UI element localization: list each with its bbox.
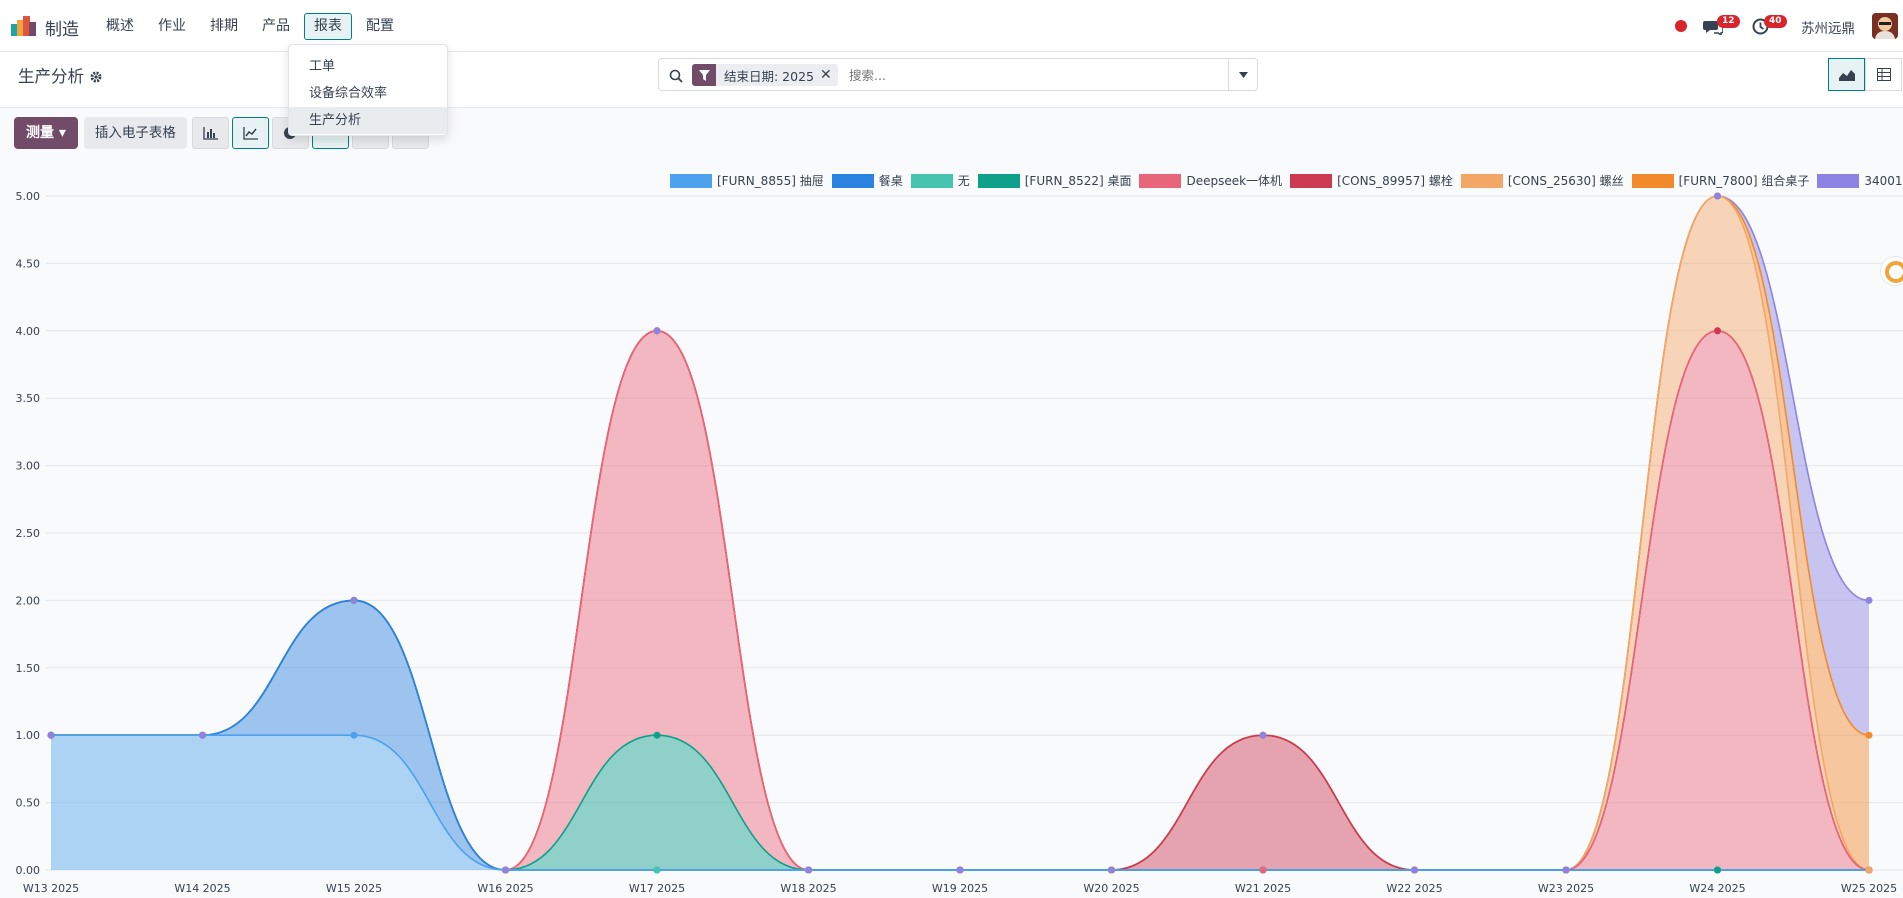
y-tick-label: 5.00 (16, 190, 41, 203)
graph-view-button[interactable] (1828, 58, 1865, 91)
data-point (805, 866, 812, 874)
y-tick-label: 3.00 (16, 460, 41, 473)
data-point (1108, 866, 1115, 874)
measures-label: 测量 (26, 125, 54, 141)
app-name[interactable]: 制造 (45, 15, 79, 40)
data-point (653, 731, 661, 739)
line-chart-button[interactable] (231, 117, 269, 149)
top-navbar: 制造 概述 作业 排期 产品 报表 配置 12 40 苏州远鼎 (0, 0, 1903, 52)
x-tick-label: W17 2025 (629, 882, 685, 895)
filter-icon (692, 64, 716, 86)
data-point (1714, 866, 1721, 874)
menu-operations[interactable]: 作业 (148, 13, 196, 40)
pivot-view-button[interactable] (1865, 58, 1902, 91)
y-tick-label: 4.00 (16, 325, 41, 338)
data-point (1714, 327, 1721, 335)
data-point (1865, 731, 1873, 739)
y-tick-label: 1.50 (16, 662, 41, 675)
activity-badge: 40 (1764, 15, 1787, 28)
y-tick-label: 2.50 (16, 527, 41, 540)
data-point (1562, 866, 1570, 874)
filter-facet-label: 结束日期: 2025 (724, 68, 814, 84)
data-point (1259, 866, 1267, 874)
remove-facet-icon[interactable]: ✕ (820, 67, 838, 83)
y-tick-label: 4.50 (16, 257, 41, 270)
menu-products[interactable]: 产品 (252, 13, 300, 40)
measures-button[interactable]: 测量 ▾ (14, 117, 78, 149)
data-point (502, 866, 509, 874)
x-tick-label: W22 2025 (1386, 882, 1442, 895)
report-menu-work-orders[interactable]: 工单 (289, 53, 447, 80)
x-tick-label: W25 2025 (1841, 882, 1897, 895)
data-point (956, 866, 964, 874)
search-icon[interactable] (669, 68, 683, 87)
x-tick-label: W15 2025 (326, 882, 382, 895)
x-tick-label: W21 2025 (1235, 882, 1291, 895)
x-tick-label: W14 2025 (174, 882, 230, 895)
data-point (199, 731, 206, 739)
x-tick-label: W13 2025 (23, 882, 79, 895)
search-options-toggle[interactable] (1228, 59, 1257, 90)
report-menu-oee[interactable]: 设备综合效率 (289, 80, 447, 107)
menu-planning[interactable]: 排期 (200, 13, 248, 40)
y-tick-label: 3.50 (16, 392, 41, 405)
y-tick-label: 0.50 (16, 797, 41, 810)
data-point (350, 731, 358, 739)
x-tick-label: W18 2025 (780, 882, 836, 895)
menu-overview[interactable]: 概述 (96, 13, 144, 40)
menu-configuration[interactable]: 配置 (356, 13, 404, 40)
x-tick-label: W16 2025 (477, 882, 533, 895)
data-point (1714, 192, 1721, 200)
data-point (653, 866, 661, 874)
x-tick-label: W23 2025 (1538, 882, 1594, 895)
view-switcher (1828, 58, 1902, 91)
data-point (653, 327, 661, 335)
user-avatar[interactable] (1872, 13, 1898, 39)
data-point (1411, 866, 1418, 874)
menu-reporting[interactable]: 报表 (304, 13, 352, 40)
filter-facet: 结束日期: 2025 ✕ (692, 64, 838, 86)
data-point (1259, 731, 1267, 739)
x-tick-label: W20 2025 (1083, 882, 1139, 895)
assistant-bubble-icon[interactable] (1880, 256, 1903, 286)
report-menu-production-analysis[interactable]: 生产分析 (289, 107, 447, 134)
status-indicator[interactable] (1675, 20, 1687, 32)
main-menu: 概述 作业 排期 产品 报表 配置 (96, 13, 408, 40)
y-tick-label: 2.00 (16, 594, 41, 607)
company-switcher[interactable]: 苏州远鼎 (1801, 17, 1855, 37)
search-input[interactable] (847, 65, 1187, 85)
x-tick-label: W19 2025 (932, 882, 988, 895)
data-point (47, 731, 55, 739)
bar-chart-button[interactable] (191, 117, 229, 149)
reporting-dropdown: 工单 设备综合效率 生产分析 (288, 44, 448, 136)
data-point (350, 596, 358, 604)
page-title: 生产分析 (18, 67, 84, 86)
x-tick-label: W24 2025 (1689, 882, 1745, 895)
messages-badge: 12 (1717, 15, 1740, 28)
data-point (1865, 596, 1873, 604)
y-tick-label: 0.00 (16, 864, 41, 877)
data-point (1865, 866, 1873, 874)
y-tick-label: 1.00 (16, 729, 41, 742)
search-bar: 结束日期: 2025 ✕ (658, 58, 1258, 91)
manufacturing-app-icon[interactable] (11, 16, 37, 36)
gear-icon[interactable] (90, 68, 102, 87)
area-chart: 0.00 0.50 1.00 1.50 2.00 2.50 3.00 3.50 4.00 4.50… (16, 190, 1903, 895)
insert-spreadsheet-button[interactable]: 插入电子表格 (83, 117, 187, 149)
